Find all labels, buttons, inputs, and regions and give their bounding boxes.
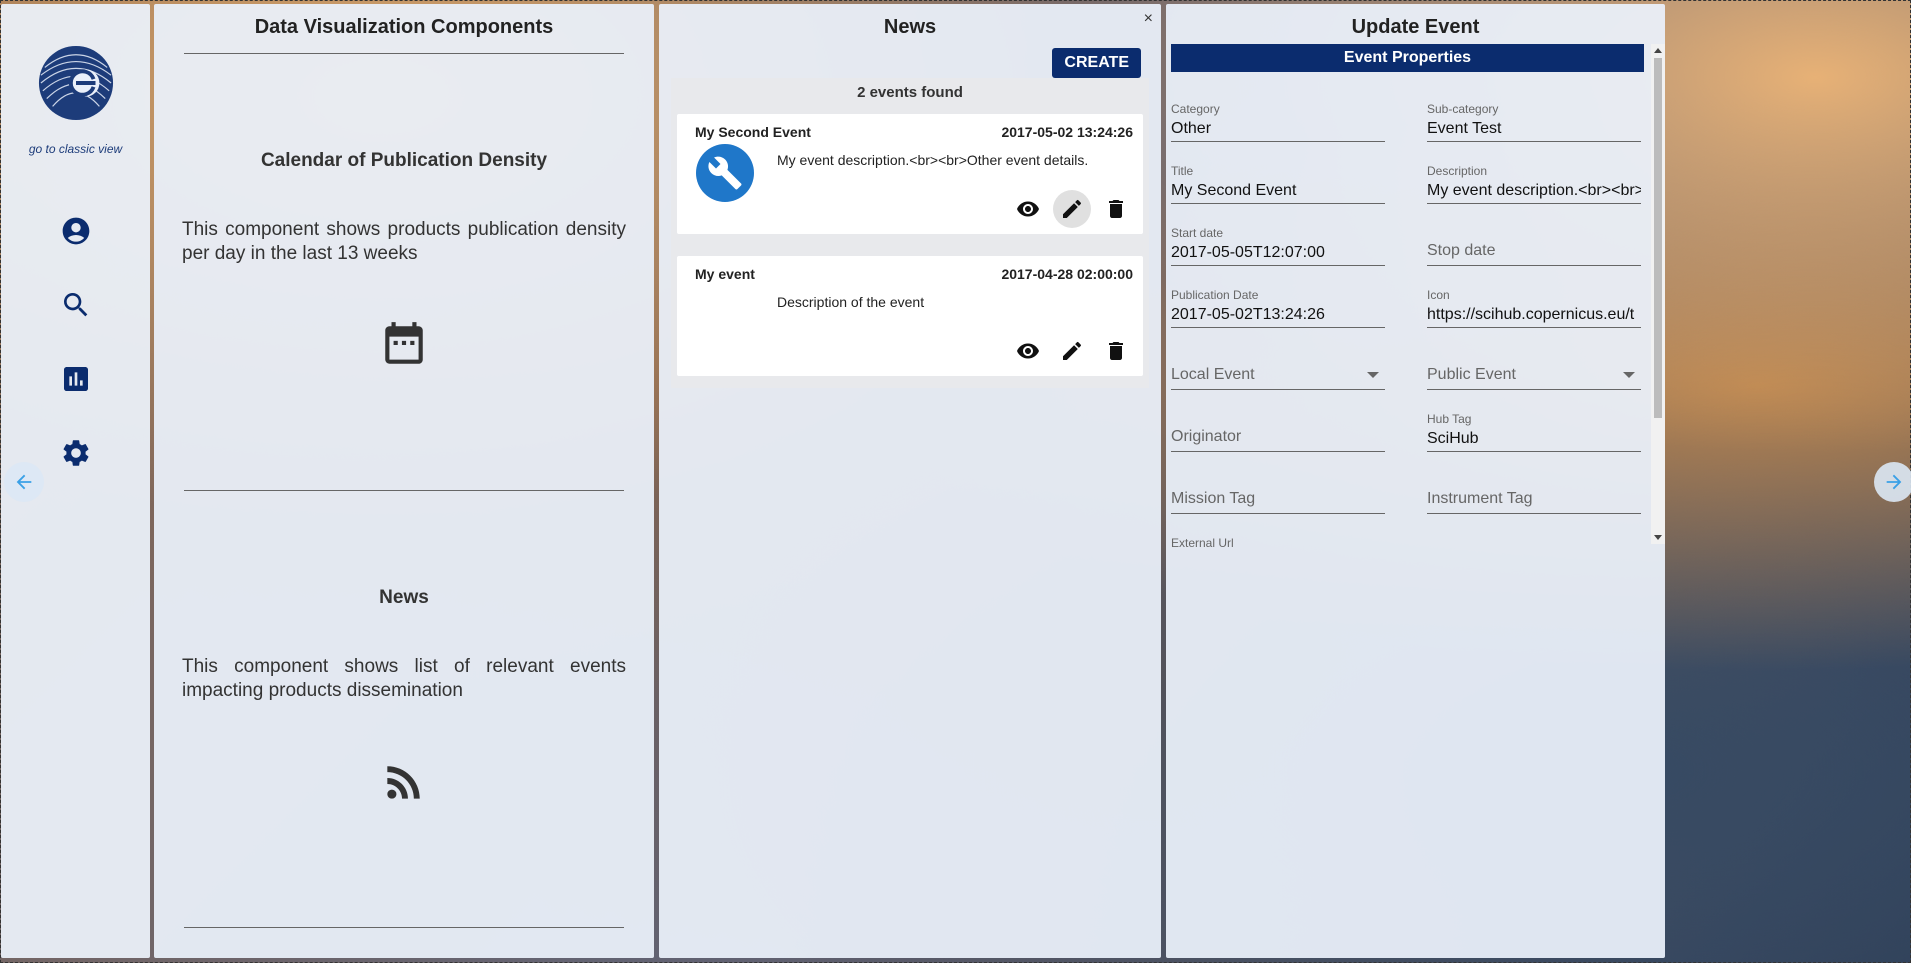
dropdown-caret-icon — [1623, 372, 1635, 378]
esa-logo-icon[interactable] — [37, 44, 115, 122]
public-event-select[interactable]: Public Event — [1427, 344, 1641, 390]
instrument-tag-field[interactable]: Instrument Tag — [1427, 468, 1641, 514]
event-actions — [1009, 332, 1135, 370]
scroll-up-icon[interactable] — [1654, 48, 1662, 53]
hub-tag-field[interactable]: Hub Tag SciHub — [1427, 406, 1641, 452]
field-value: 2017-05-05T12:07:00 — [1171, 244, 1325, 261]
panel-title: Update Event — [1351, 16, 1480, 38]
field-label: Start date — [1171, 226, 1224, 240]
event-description: Description of the event — [777, 294, 925, 310]
delete-icon[interactable] — [1097, 332, 1135, 370]
delete-icon[interactable] — [1097, 190, 1135, 228]
events-count: 2 events found — [857, 84, 963, 101]
event-properties-header: Event Properties — [1171, 44, 1644, 72]
local-event-select[interactable]: Local Event — [1171, 344, 1385, 390]
field-value: https://scihub.copernicus.eu/t — [1427, 306, 1635, 323]
close-icon[interactable]: × — [1144, 10, 1153, 28]
classic-view-link[interactable]: go to classic view — [29, 142, 122, 156]
field-value: My event description.<br><br>Other event… — [1427, 182, 1641, 199]
description-field[interactable]: Description My event description.<br><br… — [1427, 158, 1641, 204]
search-icon[interactable] — [53, 282, 99, 328]
event-actions — [1009, 190, 1135, 228]
view-icon[interactable] — [1009, 332, 1047, 370]
field-value: SciHub — [1427, 430, 1479, 447]
field-value: 2017-05-02T13:24:26 — [1171, 306, 1325, 323]
field-label: Publication Date — [1171, 288, 1259, 302]
event-title: My Second Event — [695, 124, 811, 140]
start-date-field[interactable]: Start date 2017-05-05T12:07:00 — [1171, 220, 1385, 266]
section-description-calendar: This component shows products publicatio… — [182, 219, 626, 264]
stop-date-field[interactable]: Stop date — [1427, 220, 1641, 266]
section-description-news: This component shows list of relevant ev… — [182, 656, 626, 701]
event-date: 2017-05-02 13:24:26 — [1001, 124, 1133, 140]
chart-icon[interactable] — [53, 356, 99, 402]
event-date: 2017-04-28 02:00:00 — [1001, 266, 1133, 282]
event-card[interactable]: My Second Event 2017-05-02 13:24:26 My e… — [677, 114, 1143, 234]
field-placeholder: Public Event — [1427, 366, 1516, 383]
dropdown-caret-icon — [1367, 372, 1379, 378]
section-title-calendar: Calendar of Publication Density — [260, 150, 548, 171]
tools-icon — [696, 144, 754, 202]
external-url-field[interactable]: External Url — [1171, 530, 1385, 547]
scroll-down-icon[interactable] — [1654, 535, 1662, 540]
divider — [184, 927, 624, 928]
field-value: Other — [1171, 120, 1212, 137]
account-icon[interactable] — [53, 208, 99, 254]
mission-tag-field[interactable]: Mission Tag — [1171, 468, 1385, 514]
field-label: Description — [1427, 164, 1488, 178]
create-button[interactable]: CREATE — [1052, 48, 1141, 78]
category-field[interactable]: Category Other — [1171, 96, 1385, 142]
field-label: Category — [1171, 102, 1220, 116]
field-placeholder: Local Event — [1171, 366, 1255, 383]
field-label: Hub Tag — [1427, 412, 1472, 426]
data-visualization-panel: Data Visualization Components Calendar o… — [154, 4, 654, 958]
settings-icon[interactable] — [53, 430, 99, 476]
rss-icon[interactable] — [154, 757, 654, 807]
field-label: Sub-category — [1427, 102, 1499, 116]
panel-title: Data Visualization Components — [254, 16, 554, 38]
originator-field[interactable]: Originator — [1171, 406, 1385, 452]
edit-icon[interactable] — [1053, 332, 1091, 370]
previous-arrow-icon[interactable] — [4, 462, 44, 502]
subcategory-field[interactable]: Sub-category Event Test — [1427, 96, 1641, 142]
divider — [184, 53, 624, 54]
field-placeholder: Originator — [1171, 428, 1242, 445]
scroll-thumb[interactable] — [1654, 58, 1662, 418]
form-scrollbar[interactable] — [1651, 44, 1665, 544]
field-label: Title — [1171, 164, 1194, 178]
field-value: Event Test — [1427, 120, 1502, 137]
update-event-panel: Update Event Event Properties Category O… — [1166, 4, 1665, 958]
event-form: Category Other Sub-category Event Test T… — [1171, 74, 1644, 547]
calendar-icon[interactable] — [154, 320, 654, 370]
next-arrow-icon[interactable] — [1874, 462, 1911, 502]
field-placeholder: Mission Tag — [1171, 490, 1256, 507]
field-placeholder: Instrument Tag — [1427, 490, 1533, 507]
panel-title: News — [883, 16, 937, 38]
field-label: External Url — [1171, 536, 1234, 547]
news-panel: News × CREATE 2 events found My Second E… — [659, 4, 1161, 958]
publication-date-field[interactable]: Publication Date 2017-05-02T13:24:26 — [1171, 282, 1385, 328]
events-list: 2 events found My Second Event 2017-05-0… — [671, 78, 1149, 388]
edit-icon[interactable] — [1053, 190, 1091, 228]
icon-url-field[interactable]: Icon https://scihub.copernicus.eu/t — [1427, 282, 1641, 328]
event-title: My event — [695, 266, 755, 282]
field-placeholder: Stop date — [1427, 242, 1496, 259]
title-field[interactable]: Title My Second Event — [1171, 158, 1385, 204]
event-card[interactable]: My event 2017-04-28 02:00:00 Description… — [677, 256, 1143, 376]
event-description: My event description.<br><br>Other event… — [777, 152, 1089, 168]
field-label: Icon — [1427, 288, 1450, 302]
view-icon[interactable] — [1009, 190, 1047, 228]
field-value: My Second Event — [1171, 182, 1297, 199]
section-title-news: News — [379, 587, 429, 608]
divider — [184, 490, 624, 491]
